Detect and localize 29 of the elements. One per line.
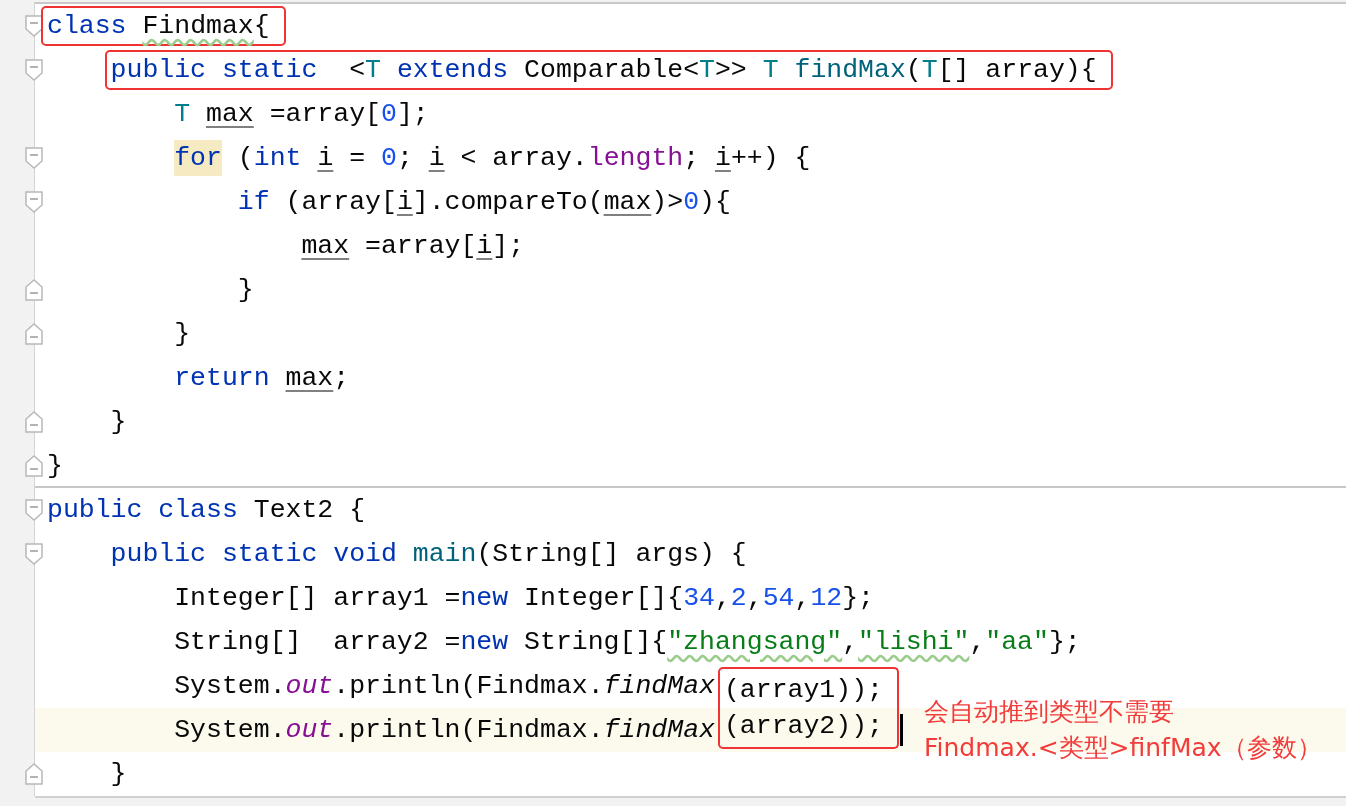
code-line: String[] array2 =new String[]{"zhangsang","lishi","aa"}; <box>174 626 1081 659</box>
code-line: T max =array[0]; <box>174 98 429 131</box>
fold-icon[interactable] <box>25 499 43 521</box>
code-line: Integer[] array1 =new Integer[]{34,2,54,12}; <box>174 582 874 615</box>
code-line: if (array[i].compareTo(max)>0){ <box>237 186 731 219</box>
fold-icon[interactable] <box>25 543 43 565</box>
fold-icon[interactable] <box>25 147 43 169</box>
code-line: } <box>237 274 254 307</box>
fold-icon[interactable] <box>25 15 43 37</box>
code-line: System.out.println(Findmax.findMax (array2)); <box>174 708 899 752</box>
code-line: max =array[i]; <box>301 230 525 263</box>
fold-icon[interactable] <box>25 323 43 345</box>
text-cursor <box>900 714 903 746</box>
code-line: } <box>110 758 127 791</box>
fold-icon[interactable] <box>25 455 43 477</box>
fold-icon[interactable] <box>25 279 43 301</box>
code-line: public static void main(String[] args) { <box>110 538 747 571</box>
code-line: for (int i = 0; i < array.length; i++) { <box>174 136 811 180</box>
code-line: public class Text2 { <box>47 494 366 527</box>
fold-icon[interactable] <box>25 59 43 81</box>
code-line: return max; <box>174 362 350 395</box>
code-line: } <box>110 406 127 439</box>
code-line: } <box>47 450 63 483</box>
annotation-text: 会自动推到类型不需要 <box>924 696 1175 728</box>
annotation-text: Findmax.<类型>finfMax（参数） <box>924 732 1322 764</box>
fold-icon[interactable] <box>25 763 43 785</box>
fold-icon[interactable] <box>25 411 43 433</box>
code-line: } <box>174 318 191 351</box>
fold-icon[interactable] <box>25 191 43 213</box>
